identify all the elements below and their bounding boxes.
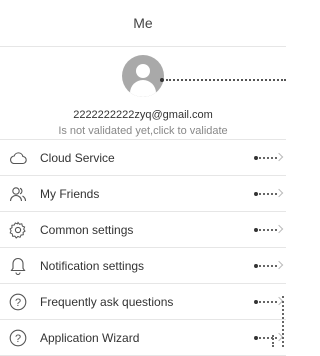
chevron-right-icon [252,188,286,199]
menu-item-cloud-service[interactable]: Cloud Service [0,140,286,176]
app-header: Me [0,0,286,47]
menu-item-label: Cloud Service [40,150,115,165]
page-title: Me [133,15,153,31]
menu-item-label: Notification settings [40,258,145,273]
chevron-right-icon [252,260,286,271]
menu-item-notification-settings[interactable]: Notification settings [0,248,286,284]
annotation-leader-line [272,335,274,347]
menu-item-label: Application Wizard [40,330,140,345]
menu-item-label: My Friends [40,186,100,201]
avatar-icon[interactable] [122,55,164,97]
chevron-right-icon [252,296,286,307]
chevron-right-icon [252,152,286,163]
question-icon: ? [8,328,28,348]
chevron-right-icon [252,224,286,235]
annotation-leader-line [166,79,286,81]
avatar-head [136,64,150,78]
menu-item-label: Frequently ask questions [40,294,174,309]
svg-text:?: ? [15,332,21,344]
annotation-dot [160,78,164,82]
settings-list: Cloud Service My Friends Common settings… [0,140,286,356]
menu-item-my-friends[interactable]: My Friends [0,176,286,212]
menu-item-label: Common settings [40,222,134,237]
account-email: 2222222222zyq@gmail.com [73,109,213,121]
validate-link[interactable]: Is not validated yet,click to validate [0,125,286,137]
profile-section: 2222222222zyq@gmail.com Is not validated… [0,47,286,140]
chevron-right-icon [252,332,286,343]
svg-text:?: ? [15,296,21,308]
menu-item-common-settings[interactable]: Common settings [0,212,286,248]
gear-icon [8,220,28,240]
friends-icon [8,184,28,204]
menu-item-faq[interactable]: ? Frequently ask questions [0,284,286,320]
menu-item-application-wizard[interactable]: ? Application Wizard [0,320,286,356]
avatar-body [130,80,156,97]
cloud-icon [8,148,28,168]
bell-icon [8,256,28,276]
question-icon: ? [8,292,28,312]
annotation-leader-line [282,296,284,347]
